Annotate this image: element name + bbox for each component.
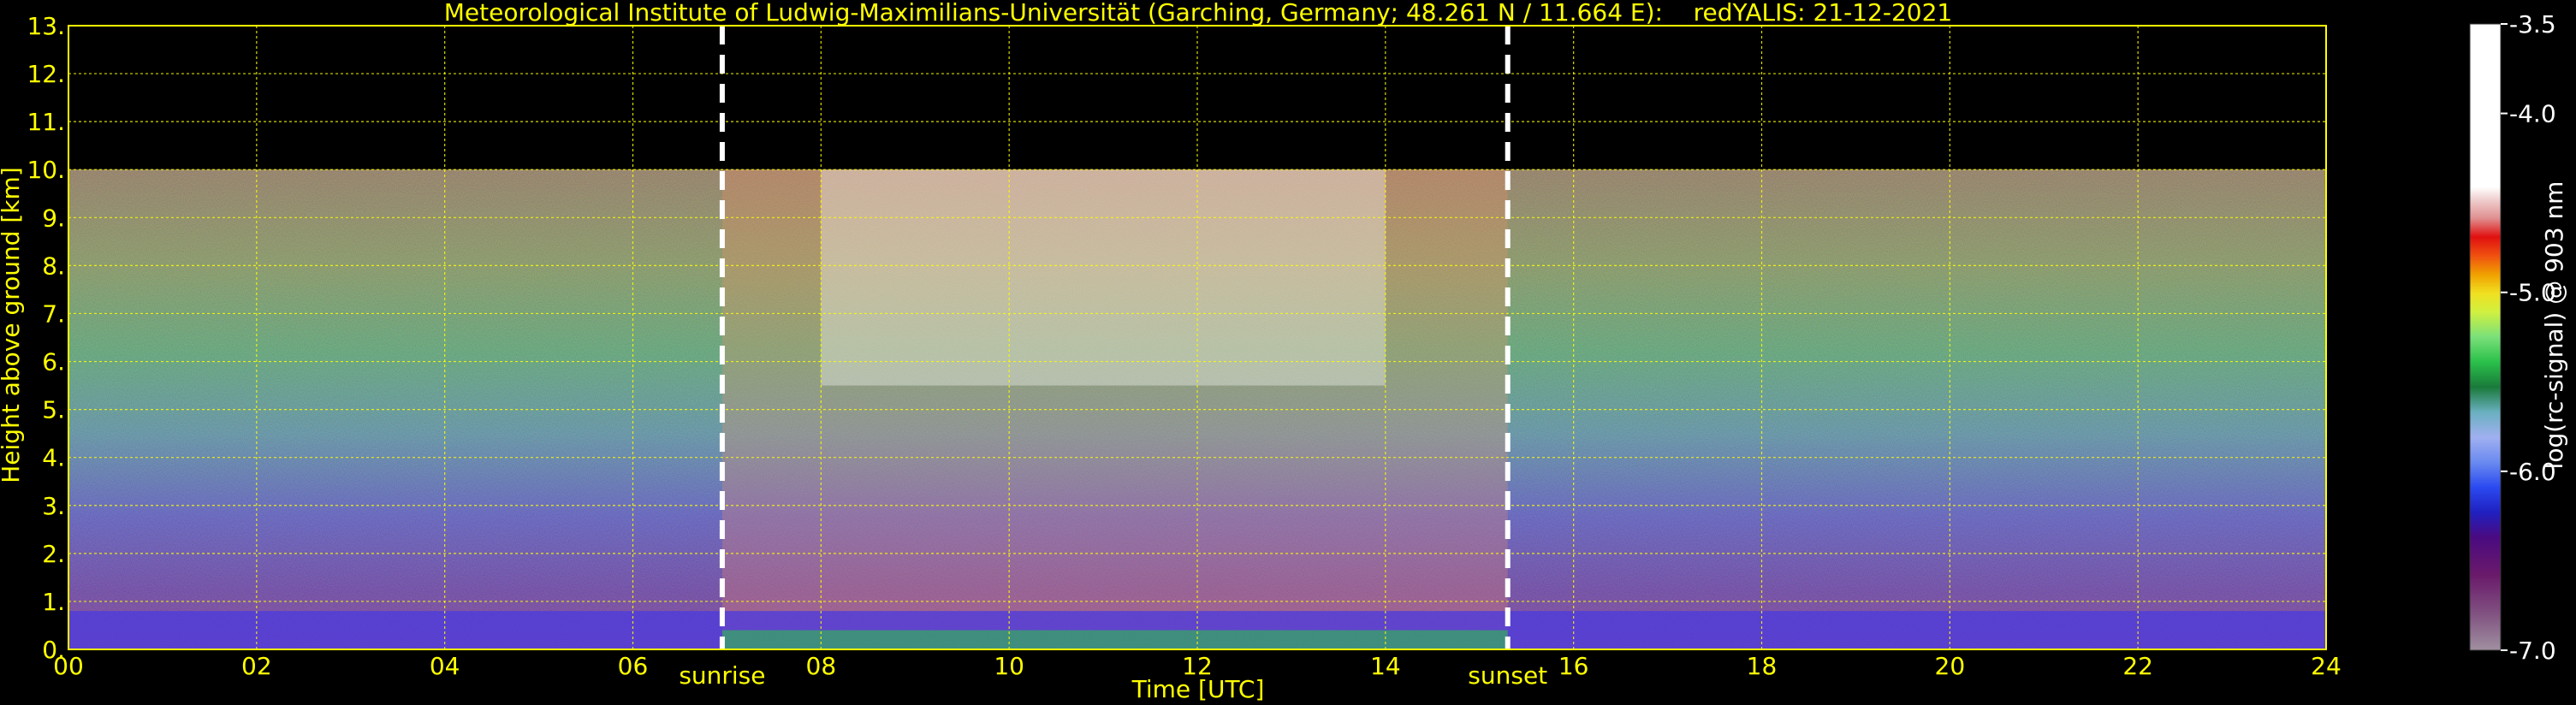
- x-tick-label: 10: [994, 652, 1024, 680]
- sunset-label: sunset: [1468, 661, 1547, 690]
- y-tick-label: 12.: [27, 60, 65, 88]
- x-tick-label: 22: [2122, 652, 2153, 680]
- daytime-bright-band: [821, 169, 1386, 386]
- y-tick-label: 7.: [42, 299, 65, 328]
- colorbar-tick-label: -7.0: [2509, 637, 2556, 665]
- x-tick-labels: 00 02 04 06 08 10 12 14 16 18 20 22 24: [53, 652, 2342, 680]
- y-tick-labels: 0. 1. 2. 3. 4. 5. 6. 7. 8. 9. 10. 11. 12. 13.: [27, 12, 65, 664]
- x-tick-label: 12: [1182, 652, 1213, 680]
- x-tick-label: 06: [618, 652, 649, 680]
- x-tick-label: 02: [241, 652, 272, 680]
- x-tick-label: 04: [430, 652, 460, 680]
- y-tick-label: 2.: [42, 540, 65, 568]
- colorbar-tick-label: -3.5: [2509, 10, 2556, 39]
- colorbar-scale: [2469, 23, 2502, 651]
- chart-title: Meteorological Institute of Ludwig-Maxim…: [444, 0, 1952, 27]
- y-tick-label: 4.: [42, 444, 65, 472]
- x-tick-label: 24: [2311, 652, 2342, 680]
- x-tick-label: 16: [1558, 652, 1589, 680]
- x-tick-label: 18: [1747, 652, 1778, 680]
- y-tick-label: 5.: [42, 396, 65, 424]
- x-tick-label: 20: [1935, 652, 1966, 680]
- y-tick-label: 3.: [42, 492, 65, 520]
- sunrise-label: sunrise: [679, 661, 765, 690]
- y-tick-label: 0.: [42, 636, 65, 664]
- y-tick-label: 10.: [27, 156, 65, 184]
- y-axis-label: Height above ground [km]: [0, 167, 25, 483]
- y-tick-label: 11.: [27, 108, 65, 136]
- y-tick-label: 1.: [42, 588, 65, 616]
- colorbar-tick-label: -4.0: [2509, 100, 2556, 128]
- y-tick-label: 8.: [42, 252, 65, 280]
- lidar-chart: sunrise sunset Meteorological Institute o…: [0, 0, 2576, 705]
- y-tick-label: 13.: [27, 12, 65, 40]
- x-tick-label: 08: [806, 652, 837, 680]
- surface-layer: [721, 630, 1508, 649]
- colorbar-label: log(rc-signal) @ 903 nm: [2540, 181, 2568, 470]
- y-tick-label: 9.: [42, 204, 65, 232]
- y-tick-label: 6.: [42, 348, 65, 376]
- x-tick-label: 14: [1370, 652, 1401, 680]
- chart-svg: sunrise sunset Meteorological Institute o…: [0, 0, 2568, 703]
